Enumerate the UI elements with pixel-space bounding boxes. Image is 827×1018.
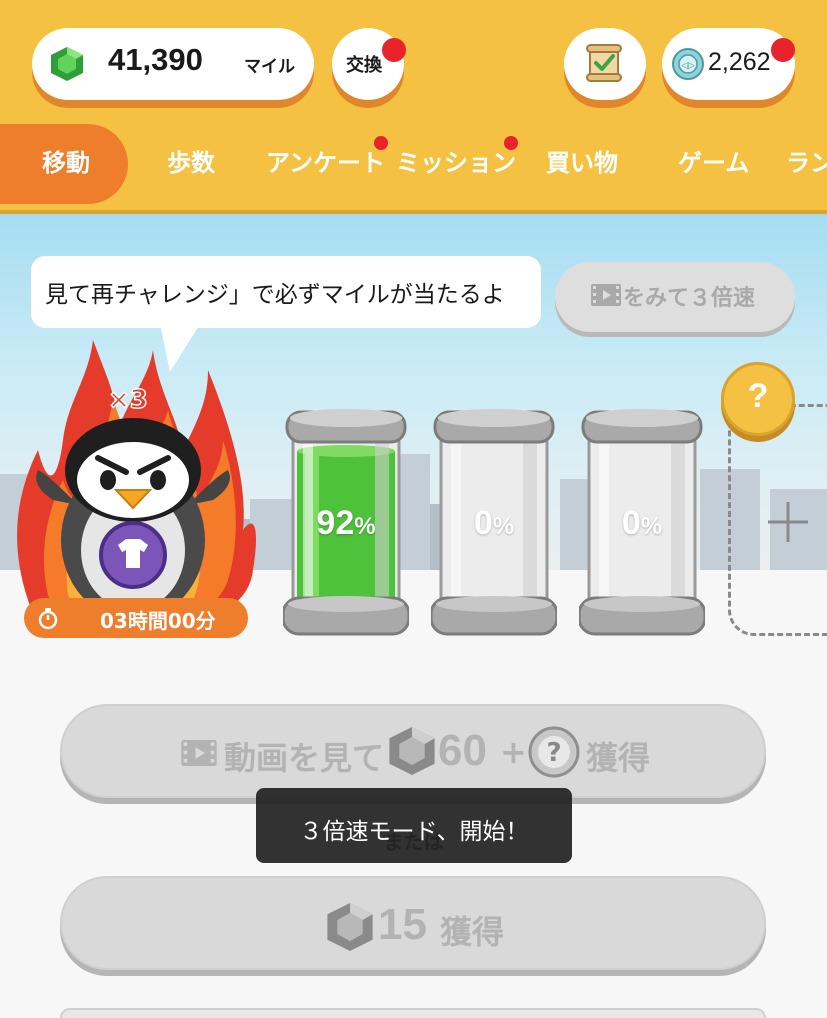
video-suffix: 獲得 [586, 739, 651, 777]
canister-percent: 0% [431, 504, 557, 543]
timer-badge: 03時間00分 [24, 598, 248, 638]
green-gem-icon [51, 47, 83, 81]
percent-unit: % [354, 513, 376, 540]
exchange-label: 交換 [346, 55, 382, 76]
tab-steps[interactable]: 歩数 [167, 124, 215, 204]
stopwatch-icon [38, 608, 58, 630]
miles-value: 41,390 [108, 42, 203, 77]
claim-suffix: 獲得 [440, 913, 505, 951]
app-header: 41,390 マイル 交換 ◁▷ 2,262 移動 歩数 アンケート ミッション… [0, 0, 827, 214]
triple-speed-button[interactable]: をみて３倍速 [555, 262, 795, 332]
toast-notification: ３倍速モード、開始！ [256, 788, 572, 863]
question-ball-icon: ? [528, 726, 580, 778]
miles-balance[interactable]: 41,390 マイル [32, 28, 314, 100]
percent-value: 0 [621, 504, 641, 542]
exchange-badge [382, 38, 406, 62]
percent-value: 0 [473, 504, 493, 542]
miles-unit: マイル [244, 57, 295, 77]
canister-2: 0% [429, 404, 559, 640]
mystery-slot-button[interactable]: ? [721, 362, 795, 436]
video-icon [591, 284, 621, 306]
tab-survey-badge [374, 136, 388, 150]
video-plus: + [500, 733, 527, 771]
video-amount: 60 [438, 726, 487, 775]
claim-amount: 15 [378, 900, 427, 949]
percent-value: 92 [316, 504, 355, 542]
coin-badge [771, 38, 795, 62]
video-icon [181, 740, 217, 766]
tab-shopping[interactable]: 買い物 [546, 124, 618, 204]
scroll-check-icon [586, 44, 622, 82]
canister-percent: 0% [579, 504, 705, 543]
gray-gem-icon [389, 727, 435, 775]
mission-scroll-button[interactable] [564, 28, 646, 100]
tab-survey[interactable]: アンケート [266, 124, 385, 204]
tab-game[interactable]: ゲーム [678, 124, 749, 204]
speech-bubble: 見て再チャレンジ」で必ずマイルが当たるよ [31, 256, 541, 328]
category-tabs: 移動 歩数 アンケート ミッション 買い物 ゲーム ラン [0, 124, 827, 204]
canister-percent: 92% [283, 504, 409, 543]
tab-ranking[interactable]: ラン [786, 124, 827, 204]
gray-gem-icon [327, 903, 373, 951]
canister-3: 0% [577, 404, 707, 640]
question-mark-label: ? [747, 377, 769, 415]
next-button-edge [60, 1008, 766, 1018]
penguin-character: ×3 [17, 340, 256, 625]
coin-balance[interactable]: ◁▷ 2,262 [662, 28, 795, 100]
coin-icon: ◁▷ [672, 48, 704, 80]
canister-1: 92% [281, 404, 411, 640]
coin-value: 2,262 [708, 48, 771, 76]
multiplier-label: ×3 [108, 385, 148, 415]
watch-video-button[interactable]: 動画を見て 60 + ? 獲得 [60, 704, 766, 798]
percent-unit: % [492, 513, 515, 540]
svg-text:◁▷: ◁▷ [681, 61, 695, 71]
triple-speed-label: をみて３倍速 [623, 286, 756, 311]
video-prefix: 動画を見て [224, 739, 385, 777]
percent-unit: % [640, 513, 663, 540]
plus-icon[interactable] [766, 500, 810, 544]
timer-text: 03時間00分 [100, 609, 216, 633]
tab-mission-badge [504, 136, 518, 150]
claim-button[interactable]: 15 獲得 [60, 876, 766, 970]
toast-text: ３倍速モード、開始！ [299, 819, 529, 845]
speech-text: 見て再チャレンジ」で必ずマイルが当たるよ [45, 282, 505, 308]
svg-text:?: ? [546, 738, 561, 768]
tab-mission[interactable]: ミッション [396, 124, 516, 204]
tab-move[interactable]: 移動 [0, 124, 128, 204]
